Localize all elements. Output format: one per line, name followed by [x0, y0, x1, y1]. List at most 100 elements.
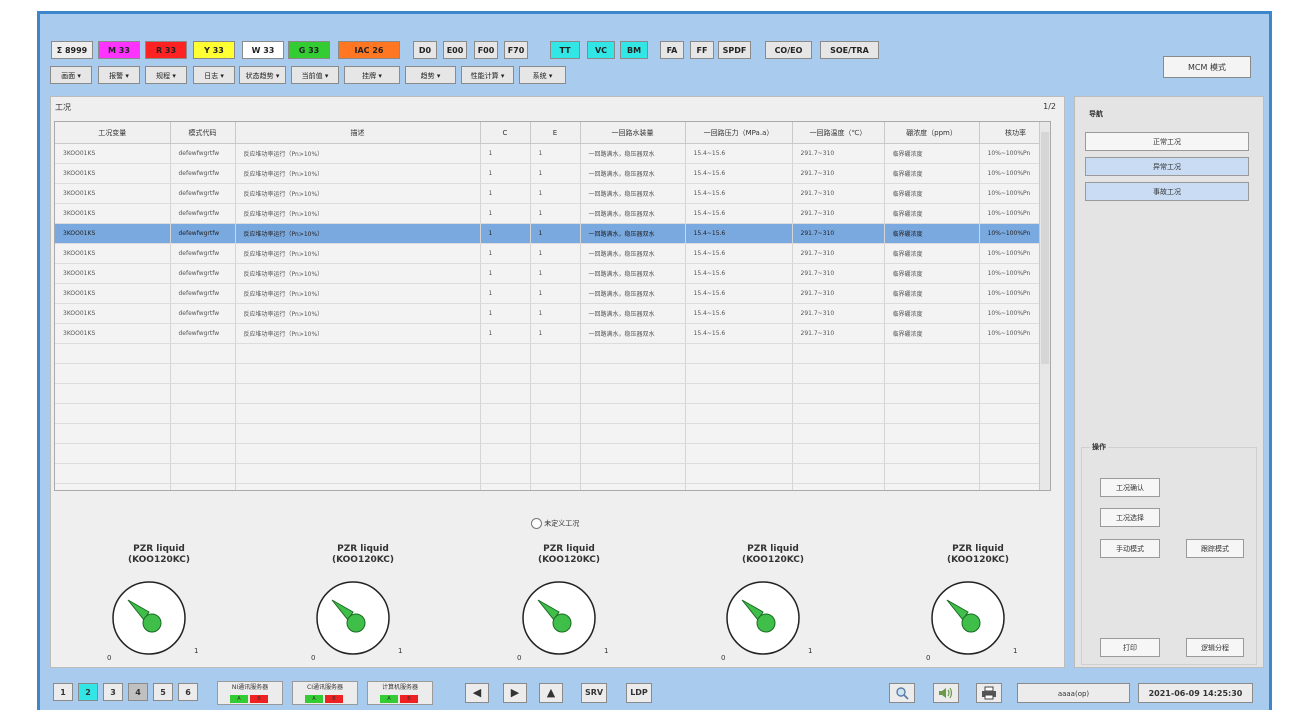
alarm-button-15[interactable]: FF — [690, 41, 714, 59]
alarm-button-11[interactable]: TT — [550, 41, 580, 59]
table-cell: 一回路满水，稳压器双水 — [580, 243, 686, 264]
alarm-button-14[interactable]: FA — [660, 41, 684, 59]
column-header[interactable]: 一回路温度（℃） — [792, 122, 885, 144]
alarm-button-2[interactable]: R 33 — [145, 41, 187, 59]
alarm-button-12[interactable]: VC — [587, 41, 615, 59]
page-button-4[interactable]: 4 — [128, 683, 148, 701]
table-cell: 3KOO01KS — [55, 323, 171, 344]
page-button-5[interactable]: 5 — [153, 683, 173, 701]
table-cell: 1 — [530, 163, 581, 184]
alarm-button-1[interactable]: M 33 — [98, 41, 140, 59]
alarm-button-6[interactable]: IAC 26 — [338, 41, 400, 59]
table-cell: 反应堆功率运行（Pn>10%） — [235, 303, 481, 324]
alarm-button-16[interactable]: SPDF — [718, 41, 751, 59]
manual-mode-button[interactable]: 手动模式 — [1100, 539, 1160, 558]
alarm-button-5[interactable]: G 33 — [288, 41, 330, 59]
srv-button[interactable]: SRV — [581, 683, 607, 703]
table-scrollbar[interactable] — [1039, 122, 1050, 490]
column-header[interactable]: E — [530, 122, 581, 144]
alarm-button-8[interactable]: E00 — [443, 41, 467, 59]
menu-5[interactable]: 当前值 ▾ — [291, 66, 339, 84]
empty-cell — [235, 423, 481, 444]
table-row[interactable]: 3KOO01KS defewfwgrtfw 反应堆功率运行（Pn>10%） 1 1 一回路… — [55, 183, 1050, 204]
gauge-title: PZR liquid (KOO120KC) — [537, 544, 601, 565]
table-row[interactable]: 3KOO01KS defewfwgrtfw 反应堆功率运行（Pn>10%） 1 1 一回路… — [55, 143, 1050, 164]
alarm-button-0[interactable]: Σ 8999 — [51, 41, 93, 59]
column-header[interactable]: 一回路水装量 — [580, 122, 686, 144]
alarm-button-9[interactable]: F00 — [474, 41, 498, 59]
table-cell: 1 — [530, 323, 581, 344]
column-header[interactable]: 一回路压力（MPa.a） — [685, 122, 793, 144]
menu-6[interactable]: 挂牌 ▾ — [344, 66, 400, 84]
table-cell: 15.4~15.6 — [685, 243, 793, 264]
table-row[interactable]: 3KOO01KS defewfwgrtfw 反应堆功率运行（Pn>10%） 1 1 一回路… — [55, 163, 1050, 184]
alarm-button-17[interactable]: CO/EO — [765, 41, 812, 59]
table-cell: 15.4~15.6 — [685, 163, 793, 184]
menu-1[interactable]: 报警 ▾ — [98, 66, 140, 84]
alarm-button-18[interactable]: SOE/TRA — [820, 41, 879, 59]
menu-0[interactable]: 画面 ▾ — [50, 66, 92, 84]
column-header[interactable]: 硼浓度（ppm） — [884, 122, 980, 144]
column-header[interactable]: C — [480, 122, 531, 144]
mcm-mode-button[interactable]: MCM 模式 — [1163, 56, 1251, 78]
gauge-max-label: 1 — [604, 647, 609, 655]
next-arrow-icon[interactable]: ▶ — [503, 683, 527, 703]
empty-cell — [530, 403, 581, 424]
column-header[interactable]: 模式代码 — [170, 122, 236, 144]
alarm-button-7[interactable]: D0 — [413, 41, 437, 59]
select-condition-button[interactable]: 工况选择 — [1100, 508, 1160, 527]
confirm-condition-button[interactable]: 工况确认 — [1100, 478, 1160, 497]
table-cell: 15.4~15.6 — [685, 223, 793, 244]
up-arrow-icon[interactable]: ▲ — [539, 683, 563, 703]
table-cell: 1 — [480, 323, 531, 344]
table-row[interactable]: 3KOO01KS defewfwgrtfw 反应堆功率运行（Pn>10%） 1 1 一回路… — [55, 263, 1050, 284]
page-button-2[interactable]: 2 — [78, 683, 98, 701]
page-button-6[interactable]: 6 — [178, 683, 198, 701]
nav-abnormal-condition[interactable]: 异常工况 — [1085, 157, 1249, 176]
empty-cell — [685, 343, 793, 364]
menu-3[interactable]: 日志 ▾ — [193, 66, 235, 84]
table-cell: 15.4~15.6 — [685, 263, 793, 284]
ldp-button[interactable]: LDP — [626, 683, 652, 703]
menu-9[interactable]: 系统 ▾ — [519, 66, 566, 84]
menu-2[interactable]: 规程 ▾ — [145, 66, 187, 84]
nav-accident-condition[interactable]: 事故工况 — [1085, 182, 1249, 201]
column-header[interactable]: 描述 — [235, 122, 481, 144]
pzr-liquid-gauge: PZR liquid (KOO120KC) 0 1 — [713, 544, 833, 664]
page-button-3[interactable]: 3 — [103, 683, 123, 701]
table-row[interactable]: 3KOO01KS defewfwgrtfw 反应堆功率运行（Pn>10%） 1 1 一回路… — [55, 323, 1050, 344]
nav-normal-condition[interactable]: 正常工况 — [1085, 132, 1249, 151]
table-row[interactable]: 3KOO01KS defewfwgrtfw 反应堆功率运行（Pn>10%） 1 1 一回路… — [55, 243, 1050, 264]
menu-7[interactable]: 趋势 ▾ — [405, 66, 456, 84]
empty-cell — [235, 343, 481, 364]
table-cell: 291.7~310 — [792, 163, 885, 184]
table-row[interactable]: 3KOO01KS defewfwgrtfw 反应堆功率运行（Pn>10%） 1 1 一回路… — [55, 303, 1050, 324]
undefined-condition-radio[interactable]: 未定义工况 — [531, 518, 579, 529]
table-row[interactable]: 3KOO01KS defewfwgrtfw 反应堆功率运行（Pn>10%） 1 1 一回路… — [55, 223, 1050, 244]
menu-4[interactable]: 状态趋势 ▾ — [239, 66, 286, 84]
menu-8[interactable]: 性能计算 ▾ — [461, 66, 514, 84]
empty-row — [55, 343, 1050, 364]
scrollbar-thumb[interactable] — [1041, 132, 1049, 364]
search-icon[interactable] — [889, 683, 915, 703]
print-button[interactable]: 打印 — [1100, 638, 1160, 657]
page-button-1[interactable]: 1 — [53, 683, 73, 701]
printer-icon[interactable] — [976, 683, 1002, 703]
column-header[interactable]: 工况变量 — [55, 122, 171, 144]
empty-cell — [530, 423, 581, 444]
empty-cell — [480, 363, 531, 384]
radio-circle-icon[interactable] — [531, 518, 542, 529]
alarm-button-4[interactable]: W 33 — [242, 41, 284, 59]
table-cell: defewfwgrtfw — [170, 243, 236, 264]
audio-icon[interactable] — [933, 683, 959, 703]
table-row[interactable]: 3KOO01KS defewfwgrtfw 反应堆功率运行（Pn>10%） 1 1 一回路… — [55, 283, 1050, 304]
server-status: 计算机服务器 A B — [367, 681, 433, 705]
table-row[interactable]: 3KOO01KS defewfwgrtfw 反应堆功率运行（Pn>10%） 1 1 一回路… — [55, 203, 1050, 224]
prev-arrow-icon[interactable]: ◀ — [465, 683, 489, 703]
alarm-button-3[interactable]: Y 33 — [193, 41, 235, 59]
alarm-button-10[interactable]: F70 — [504, 41, 528, 59]
logic-split-button[interactable]: 逻辑分程 — [1186, 638, 1244, 657]
alarm-button-13[interactable]: BM — [620, 41, 648, 59]
follow-mode-button[interactable]: 跟踪模式 — [1186, 539, 1244, 558]
empty-cell — [792, 463, 885, 484]
